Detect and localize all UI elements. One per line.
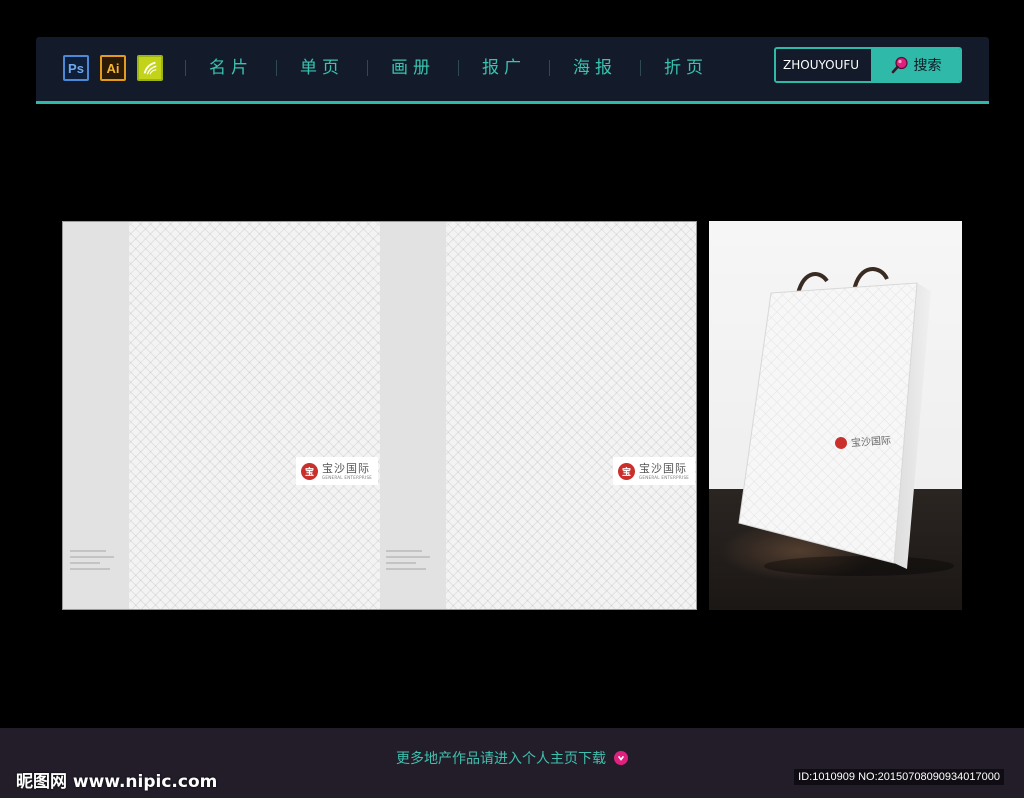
top-navbar: Ps Ai 名片 单页 画册 报广 海报 折页 ZHOUYOUFU 搜索 [36, 37, 989, 104]
illustrator-icon[interactable]: Ai [100, 55, 126, 81]
brand-name-en: GENERAL ENTERPRISE [639, 474, 690, 480]
nav-item-flyer[interactable]: 单页 [277, 53, 367, 83]
swirl-app-icon[interactable] [137, 55, 163, 81]
photoshop-icon[interactable]: Ps [63, 55, 89, 81]
brochure-spread-preview: 宝 宝沙国际 GENERAL ENTERPRISE 宝 宝沙国际 GENERAL… [62, 221, 697, 610]
search-box: 搜索 [774, 47, 962, 83]
navbar-accent-line [36, 101, 989, 104]
fine-print-right [386, 550, 430, 574]
nav-item-business-card[interactable]: 名片 [186, 53, 276, 83]
more-works-link[interactable]: 更多地产作品请进入个人主页下载 [396, 748, 606, 768]
nav-item-fold-leaflet[interactable]: 折页 [641, 53, 731, 83]
spread-cover-panel-right [446, 222, 696, 609]
site-watermark: 昵图网 www.nipic.com [16, 772, 218, 792]
chevron-down-icon[interactable] [614, 751, 628, 765]
brand-seal-icon: 宝 [618, 462, 635, 480]
brand-name-en: GENERAL ENTERPRISE [322, 474, 373, 480]
nav-item-print-ad[interactable]: 报广 [459, 53, 549, 83]
shopping-bag-illustration: 宝沙国际 [738, 267, 954, 576]
image-id-watermark: ID:1010909 NO:20150708090934017000 [794, 769, 1004, 785]
brand-logo-left: 宝 宝沙国际 GENERAL ENTERPRISE [296, 457, 378, 485]
swirl-glyph-icon [143, 61, 157, 75]
brand-name-cn: 宝沙国际 [322, 461, 370, 475]
search-button-label: 搜索 [913, 58, 942, 74]
app-icons: Ps Ai [63, 55, 163, 81]
magnifier-icon [891, 56, 908, 74]
brand-name-cn: 宝沙国际 [639, 461, 687, 475]
brand-seal-icon: 宝 [301, 462, 318, 480]
brand-logo-right: 宝 宝沙国际 GENERAL ENTERPRISE [613, 457, 695, 485]
nav-item-poster[interactable]: 海报 [550, 53, 640, 83]
search-input[interactable] [776, 49, 871, 81]
fine-print-left [70, 550, 114, 574]
nav-item-brochure[interactable]: 画册 [368, 53, 458, 83]
search-button[interactable]: 搜索 [871, 49, 960, 81]
spread-cover-panel-left [129, 222, 380, 609]
footer-cta: 更多地产作品请进入个人主页下载 [0, 748, 1024, 768]
illustrator-label: Ai [106, 60, 120, 76]
photoshop-label: Ps [68, 60, 84, 76]
nav-menu: 名片 单页 画册 报广 海报 折页 [185, 53, 731, 83]
footer-bar: 更多地产作品请进入个人主页下载 昵图网 www.nipic.com ID:101… [0, 728, 1024, 798]
shopping-bag-mockup-photo: 宝沙国际 [709, 221, 962, 610]
